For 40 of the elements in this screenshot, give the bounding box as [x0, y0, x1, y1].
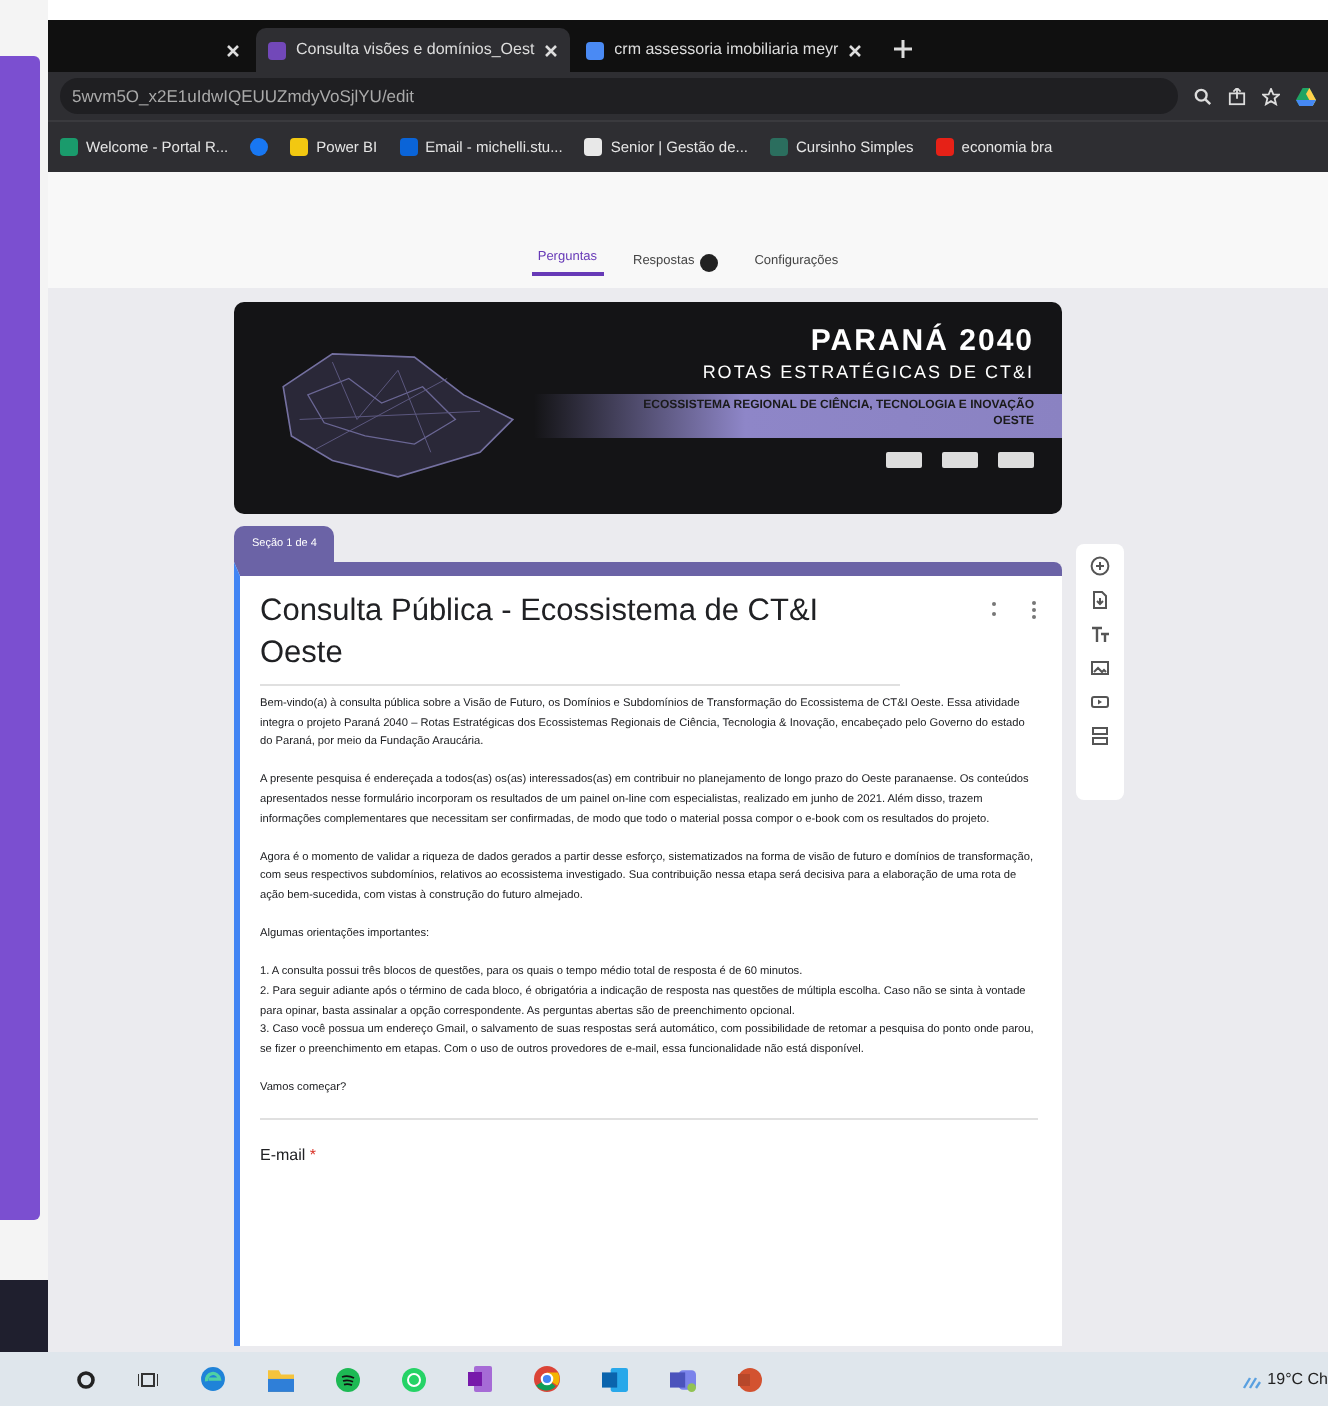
task-view-icon[interactable]: [138, 1369, 158, 1389]
teams-icon[interactable]: [670, 1367, 696, 1391]
add-icon[interactable]: [1090, 556, 1110, 576]
logo: [886, 451, 922, 468]
image-icon[interactable]: [1090, 658, 1110, 678]
close-icon[interactable]: [226, 43, 240, 57]
spotify-icon[interactable]: [336, 1367, 360, 1391]
import-icon[interactable]: [1090, 590, 1110, 610]
outlook-icon[interactable]: [602, 1367, 628, 1391]
browser-tab[interactable]: Consulta visões e domínios_Oest: [256, 28, 571, 72]
address-bar[interactable]: 5wvm5O_x2E1uIdwIQEUUZmdyVoSjlYU/edit: [60, 77, 1178, 115]
question-title[interactable]: E-mail *: [260, 1118, 1038, 1169]
bookmark-icon[interactable]: [250, 138, 269, 156]
edge-icon[interactable]: [200, 1366, 226, 1392]
section-icon[interactable]: [1090, 726, 1110, 746]
close-icon[interactable]: [848, 43, 863, 57]
title-icon[interactable]: [1090, 624, 1110, 644]
new-tab-icon[interactable]: [894, 40, 913, 58]
drag-handle-icon[interactable]: [990, 600, 998, 619]
logo: [942, 451, 978, 468]
logo: [998, 451, 1034, 468]
form-title[interactable]: Consulta Pública - Ecossistema de CT&I Oeste: [260, 592, 900, 687]
forms-icon: [268, 41, 286, 59]
chrome-icon: [586, 41, 605, 59]
weather-text[interactable]: 19°C Ch: [1267, 1367, 1328, 1391]
more-icon[interactable]: [1030, 600, 1038, 621]
folder-icon[interactable]: [268, 1367, 294, 1391]
search-icon[interactable]: [76, 1369, 96, 1389]
onenote-icon[interactable]: [468, 1366, 492, 1392]
drive-icon[interactable]: [1296, 87, 1316, 105]
chrome-icon[interactable]: [534, 1366, 560, 1392]
search-icon[interactable]: [1194, 87, 1212, 105]
close-icon[interactable]: [544, 43, 559, 57]
browser-tab[interactable]: crm assessoria imobiliaria meyr: [574, 28, 875, 72]
banner-title: PARANÁ 2040: [810, 326, 1034, 359]
share-icon[interactable]: [1228, 87, 1246, 105]
banner-subtitle: ROTAS ESTRATÉGICAS DE CT&I: [702, 359, 1034, 385]
star-icon[interactable]: [1262, 87, 1280, 105]
video-icon[interactable]: [1090, 692, 1110, 712]
powerpoint-icon[interactable]: [738, 1367, 762, 1391]
